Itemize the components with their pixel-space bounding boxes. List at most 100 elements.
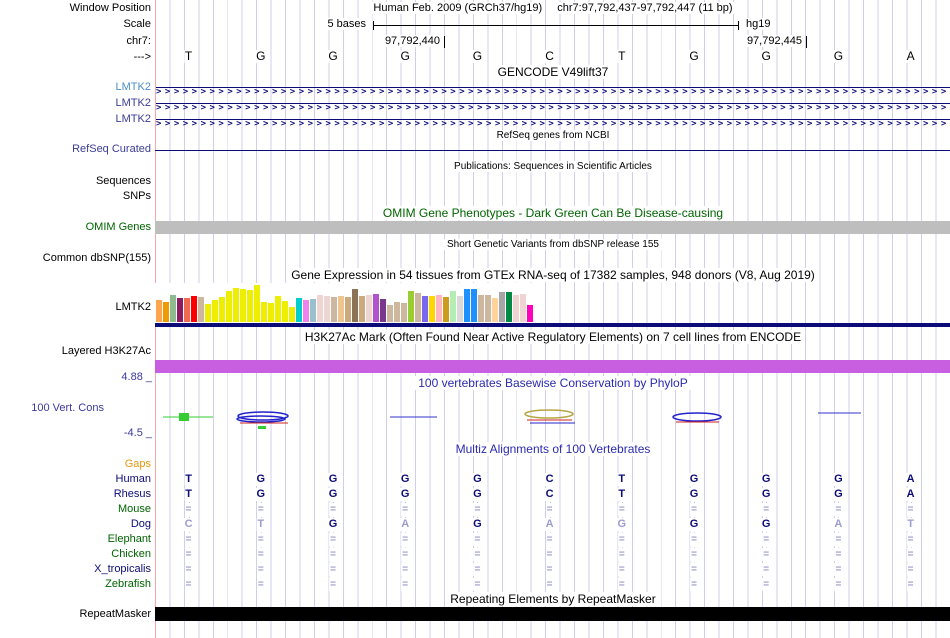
align-mouse-col-6: =	[545, 503, 554, 516]
gtex-tissue-bar-20[interactable]	[289, 307, 295, 322]
gtex-tissue-bar-34[interactable]	[387, 305, 393, 322]
gtex-tissue-bar-45[interactable]	[464, 289, 470, 322]
gtex-tissue-bar-14[interactable]	[247, 290, 253, 322]
coord-right-wrap: 97,792,445	[600, 35, 804, 48]
gtex-tissue-bar-40[interactable]	[429, 296, 435, 322]
phylop-track-label[interactable]: 100 Vert. Cons	[31, 402, 104, 415]
gtex-tissue-bar-6[interactable]	[191, 296, 197, 322]
gtex-tissue-bar-11[interactable]	[226, 291, 232, 322]
refseq-curated-label[interactable]: RefSeq Curated	[72, 143, 151, 156]
gtex-tissue-bar-21[interactable]	[296, 298, 302, 322]
species-label-dog[interactable]: Dog	[131, 518, 151, 531]
species-label-elephant[interactable]: Elephant	[108, 533, 151, 546]
gtex-tissue-bar-54[interactable]	[527, 305, 533, 322]
gtex-tissue-bar-13[interactable]	[240, 289, 246, 322]
gtex-tissue-bar-16[interactable]	[261, 302, 267, 322]
gtex-tissue-bar-53[interactable]	[520, 294, 526, 322]
genome-name: hg19	[744, 18, 773, 30]
common-dbsnp-label[interactable]: Common dbSNP(155)	[43, 252, 151, 265]
align-x_tropicalis-col-4: =	[401, 563, 410, 576]
gtex-tissue-bar-18[interactable]	[275, 296, 281, 322]
gtex-tissue-bar-5[interactable]	[184, 298, 190, 322]
layered-h3k27ac-label[interactable]: Layered H3K27Ac	[62, 345, 151, 358]
gtex-tissue-bar-10[interactable]	[219, 297, 225, 322]
gtex-tissue-bar-9[interactable]	[212, 300, 218, 322]
gtex-tissue-bar-41[interactable]	[436, 295, 442, 322]
gencode-transcript-2[interactable]: >>>>>>>>>>>>>>>>>>>>>>>>>>>>>>>>>>>>>>>>…	[156, 97, 950, 110]
gencode-transcript-3[interactable]: >>>>>>>>>>>>>>>>>>>>>>>>>>>>>>>>>>>>>>>>…	[156, 113, 950, 126]
align-human-col-3: G	[327, 473, 339, 486]
gtex-tissue-bar-29[interactable]	[352, 289, 358, 322]
gtex-tissue-bar-15[interactable]	[254, 285, 260, 322]
align-elephant-col-5: =	[473, 533, 482, 546]
gtex-tissue-bar-23[interactable]	[310, 299, 316, 322]
gtex-tissue-bar-49[interactable]	[492, 298, 498, 322]
gencode-transcript-label-2[interactable]: LMTK2	[116, 97, 151, 110]
gtex-tissue-bar-26[interactable]	[331, 297, 337, 322]
gtex-bar-chart[interactable]	[156, 283, 534, 323]
gtex-tissue-bar-52[interactable]	[513, 295, 519, 322]
gencode-transcript-label-1[interactable]: LMTK2	[116, 81, 151, 94]
gtex-tissue-bar-43[interactable]	[450, 291, 456, 322]
gtex-tissue-bar-38[interactable]	[415, 293, 421, 322]
dbsnp-track-title: Short Genetic Variants from dbSNP releas…	[156, 238, 950, 251]
align-chicken-col-3: =	[329, 548, 337, 561]
gtex-tissue-bar-4[interactable]	[177, 298, 183, 322]
species-label-zebrafish[interactable]: Zebrafish	[105, 578, 151, 591]
gtex-tissue-bar-30[interactable]	[359, 296, 365, 322]
publications-track-title: Publications: Sequences in Scientific Ar…	[156, 160, 950, 173]
repeatmasker-label[interactable]: RepeatMasker	[79, 608, 151, 621]
gtex-tissue-bar-19[interactable]	[282, 301, 288, 322]
gtex-tissue-bar-17[interactable]	[268, 303, 274, 322]
gtex-tissue-bar-35[interactable]	[394, 302, 400, 322]
align-mouse-col-10: =	[834, 503, 843, 516]
gtex-tissue-bar-8[interactable]	[205, 304, 211, 322]
gtex-tissue-bar-28[interactable]	[345, 297, 351, 322]
gtex-gene-model-bar[interactable]	[155, 323, 950, 327]
align-x_tropicalis-col-5: =	[473, 563, 482, 576]
gtex-tissue-bar-42[interactable]	[443, 297, 449, 322]
assembly-position-line: Human Feb. 2009 (GRCh37/hg19) chr7:97,79…	[156, 2, 950, 15]
gtex-tissue-bar-33[interactable]	[380, 299, 386, 322]
gtex-tissue-bar-24[interactable]	[317, 295, 323, 322]
repeatmasker-element-bar[interactable]	[155, 607, 950, 621]
gtex-tissue-bar-51[interactable]	[506, 292, 512, 322]
h3k27ac-signal-bar[interactable]	[155, 360, 950, 373]
omim-gene-bar[interactable]	[155, 221, 950, 234]
gtex-tissue-bar-44[interactable]	[457, 296, 463, 322]
species-label-mouse[interactable]: Mouse	[118, 503, 151, 516]
gtex-tissue-bar-12[interactable]	[233, 288, 239, 322]
gtex-tissue-bar-48[interactable]	[485, 295, 491, 322]
gtex-tissue-bar-47[interactable]	[478, 295, 484, 322]
gtex-tissue-bar-7[interactable]	[198, 297, 204, 322]
species-label-gaps[interactable]: Gaps	[125, 458, 151, 471]
gtex-tissue-bar-50[interactable]	[499, 292, 505, 322]
gtex-tissue-bar-46[interactable]	[471, 289, 477, 322]
species-label-chicken[interactable]: Chicken	[111, 548, 151, 561]
species-label-x_tropicalis[interactable]: X_tropicalis	[94, 563, 151, 576]
gtex-tissue-bar-25[interactable]	[324, 296, 330, 322]
gtex-tissue-bar-39[interactable]	[422, 296, 428, 322]
omim-genes-label[interactable]: OMIM Genes	[86, 221, 151, 234]
gtex-tissue-bar-2[interactable]	[163, 302, 169, 322]
gtex-tissue-bar-32[interactable]	[373, 294, 379, 322]
gtex-tissue-bar-22[interactable]	[303, 300, 309, 322]
gencode-transcript-label-3[interactable]: LMTK2	[116, 113, 151, 126]
gtex-tissue-bar-3[interactable]	[170, 295, 176, 322]
align-dog-col-9: G	[760, 518, 772, 531]
species-label-rhesus[interactable]: Rhesus	[114, 488, 151, 501]
gtex-tissue-bar-36[interactable]	[401, 303, 407, 322]
species-label-human[interactable]: Human	[116, 473, 151, 486]
gencode-track-title: GENCODE V49lift37	[156, 65, 950, 79]
gtex-gene-label[interactable]: LMTK2	[116, 301, 151, 314]
gtex-tissue-bar-27[interactable]	[338, 296, 344, 322]
refseq-curated-gene-line[interactable]	[155, 150, 950, 151]
gencode-transcript-1[interactable]: >>>>>>>>>>>>>>>>>>>>>>>>>>>>>>>>>>>>>>>>…	[156, 81, 950, 94]
gtex-tissue-bar-37[interactable]	[408, 291, 414, 322]
publications-sequences-label[interactable]: Sequences	[96, 175, 151, 188]
align-human-col-11: A	[905, 473, 916, 486]
align-mouse-col-11: =	[906, 503, 915, 516]
gtex-tissue-bar-1[interactable]	[156, 300, 162, 322]
publications-snps-label[interactable]: SNPs	[123, 190, 151, 203]
gtex-tissue-bar-31[interactable]	[366, 295, 372, 322]
